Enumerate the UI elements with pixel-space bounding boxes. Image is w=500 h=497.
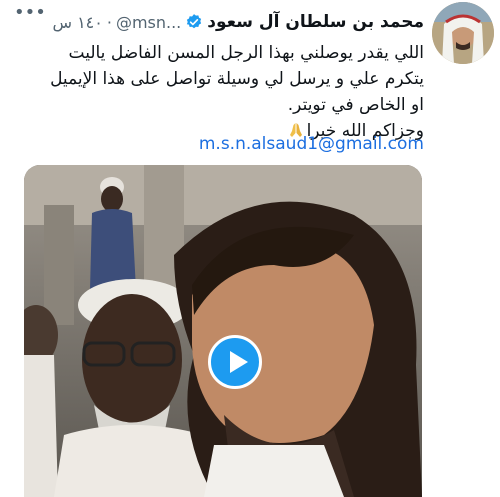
author-name[interactable]: محمد بن سلطان آل سعود [207,12,424,32]
video-media[interactable] [24,165,422,497]
avatar[interactable] [432,2,494,64]
video-thumbnail [24,165,422,497]
tweet-line: اللي يقدر يوصلني بهذا الرجل المسن الفاضل… [68,43,425,63]
tweet-card[interactable]: ••• محمد بن سلطان آل سعود @msn... · ١٤٠ … [0,0,500,497]
author-handle[interactable]: @msn... [116,13,181,32]
tweet-line: او الخاص في تويتر. [287,95,424,115]
play-icon[interactable] [208,335,262,389]
tweet-text: اللي يقدر يوصلني بهذا الرجل المسن الفاضل… [34,40,424,144]
email-link[interactable]: m.s.n.alsaud1@gmail.com [199,134,424,154]
tweet-line: يتكرم علي و يرسل لي وسيلة تواصل على هذا … [50,69,424,89]
tweet-timestamp[interactable]: ١٤٠ س [52,13,102,32]
header-separator: · [106,12,112,32]
tweet-header: محمد بن سلطان آل سعود @msn... · ١٤٠ س [52,10,424,34]
avatar-image [432,2,494,64]
more-options-icon[interactable]: ••• [14,4,46,24]
verified-badge-icon [185,13,203,31]
